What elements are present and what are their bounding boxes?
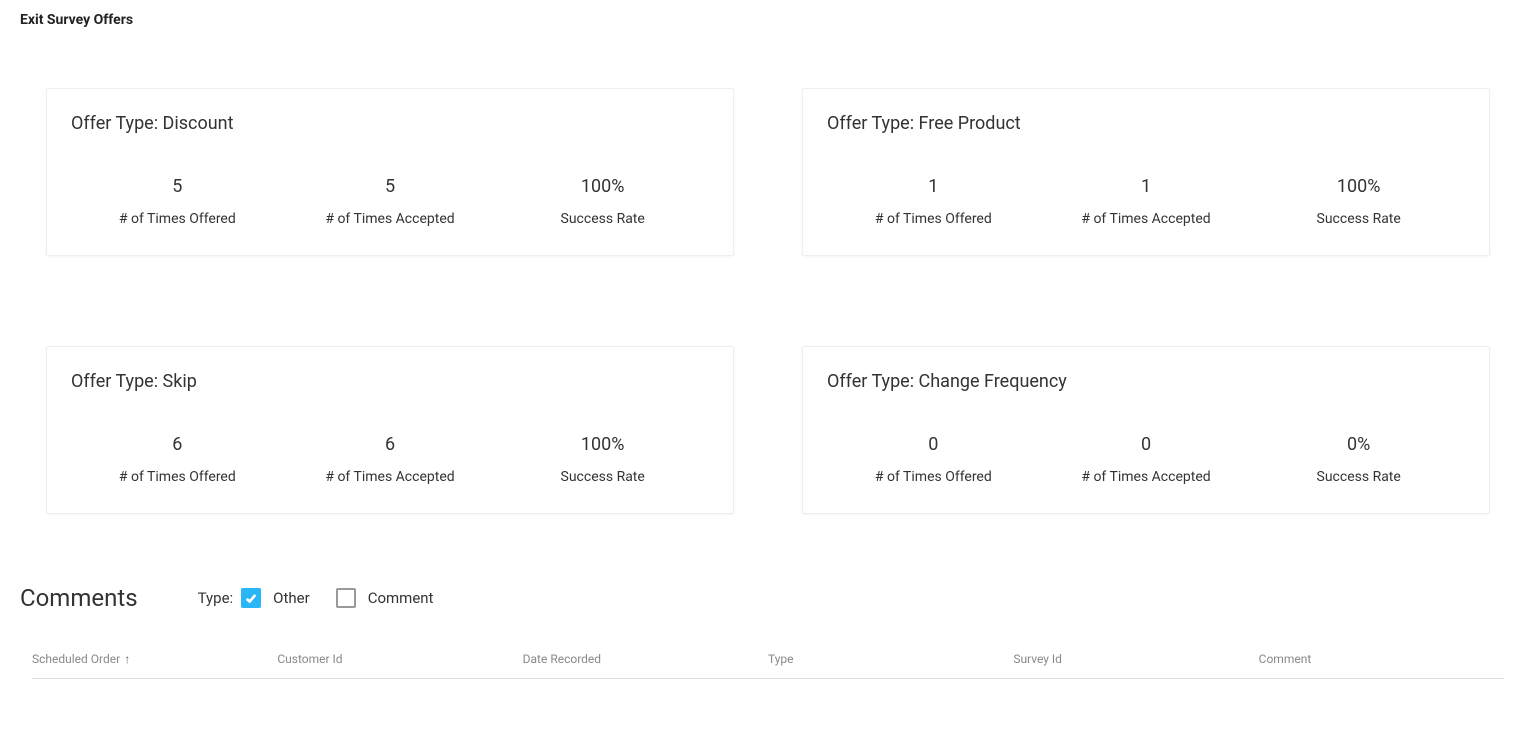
stat-success: 100% Success Rate bbox=[496, 176, 709, 227]
stat-label: Success Rate bbox=[1252, 211, 1465, 227]
checkbox-other[interactable] bbox=[241, 588, 261, 608]
filter-label: Type: bbox=[198, 589, 234, 607]
table-header-row: Scheduled Order ↑ Customer Id Date Recor… bbox=[32, 652, 1504, 679]
column-date-recorded[interactable]: Date Recorded bbox=[523, 652, 768, 666]
stat-value: 100% bbox=[496, 176, 709, 197]
stat-accepted: 6 # of Times Accepted bbox=[284, 434, 497, 485]
offer-card-discount: Offer Type: Discount 5 # of Times Offere… bbox=[46, 88, 734, 256]
stat-value: 1 bbox=[1040, 176, 1253, 197]
stat-value: 6 bbox=[284, 434, 497, 455]
stat-success: 100% Success Rate bbox=[1252, 176, 1465, 227]
column-type[interactable]: Type bbox=[768, 652, 1013, 666]
stat-value: 100% bbox=[1252, 176, 1465, 197]
stat-accepted: 0 # of Times Accepted bbox=[1040, 434, 1253, 485]
checkbox-comment[interactable] bbox=[336, 588, 356, 608]
stat-label: # of Times Offered bbox=[827, 211, 1040, 227]
arrow-up-icon: ↑ bbox=[124, 652, 130, 666]
stat-label: Success Rate bbox=[496, 211, 709, 227]
stat-label: # of Times Offered bbox=[71, 469, 284, 485]
stat-accepted: 1 # of Times Accepted bbox=[1040, 176, 1253, 227]
stat-value: 100% bbox=[496, 434, 709, 455]
card-title: Offer Type: Free Product bbox=[827, 113, 1465, 134]
card-title: Offer Type: Change Frequency bbox=[827, 371, 1465, 392]
page-title: Exit Survey Offers bbox=[10, 12, 1526, 28]
stat-value: 1 bbox=[827, 176, 1040, 197]
comments-title: Comments bbox=[20, 584, 138, 612]
stat-value: 0 bbox=[827, 434, 1040, 455]
stat-label: # of Times Accepted bbox=[1040, 211, 1253, 227]
stat-offered: 6 # of Times Offered bbox=[71, 434, 284, 485]
stat-success: 100% Success Rate bbox=[496, 434, 709, 485]
comments-type-filter: Type: Other Comment bbox=[198, 588, 452, 608]
stat-value: 5 bbox=[71, 176, 284, 197]
comments-table: Scheduled Order ↑ Customer Id Date Recor… bbox=[20, 652, 1516, 679]
checkbox-label-other: Other bbox=[273, 589, 310, 607]
card-title: Offer Type: Skip bbox=[71, 371, 709, 392]
column-customer-id[interactable]: Customer Id bbox=[277, 652, 522, 666]
stat-success: 0% Success Rate bbox=[1252, 434, 1465, 485]
stat-offered: 0 # of Times Offered bbox=[827, 434, 1040, 485]
offer-card-change-frequency: Offer Type: Change Frequency 0 # of Time… bbox=[802, 346, 1490, 514]
stat-label: # of Times Offered bbox=[71, 211, 284, 227]
stat-value: 0 bbox=[1040, 434, 1253, 455]
comments-section: Comments Type: Other Comment Scheduled O… bbox=[10, 584, 1526, 679]
card-title: Offer Type: Discount bbox=[71, 113, 709, 134]
stat-label: # of Times Accepted bbox=[1040, 469, 1253, 485]
check-icon bbox=[244, 591, 258, 605]
checkbox-label-comment: Comment bbox=[368, 589, 434, 607]
column-scheduled-order[interactable]: Scheduled Order ↑ bbox=[32, 652, 277, 666]
stat-offered: 1 # of Times Offered bbox=[827, 176, 1040, 227]
stat-value: 6 bbox=[71, 434, 284, 455]
stat-label: # of Times Offered bbox=[827, 469, 1040, 485]
stat-label: # of Times Accepted bbox=[284, 469, 497, 485]
offer-card-skip: Offer Type: Skip 6 # of Times Offered 6 … bbox=[46, 346, 734, 514]
stat-value: 0% bbox=[1252, 434, 1465, 455]
stat-label: Success Rate bbox=[1252, 469, 1465, 485]
stat-accepted: 5 # of Times Accepted bbox=[284, 176, 497, 227]
stat-label: Success Rate bbox=[496, 469, 709, 485]
column-comment[interactable]: Comment bbox=[1259, 652, 1504, 666]
offer-card-free-product: Offer Type: Free Product 1 # of Times Of… bbox=[802, 88, 1490, 256]
column-survey-id[interactable]: Survey Id bbox=[1013, 652, 1258, 666]
stat-offered: 5 # of Times Offered bbox=[71, 176, 284, 227]
stat-label: # of Times Accepted bbox=[284, 211, 497, 227]
stat-value: 5 bbox=[284, 176, 497, 197]
offer-cards-grid: Offer Type: Discount 5 # of Times Offere… bbox=[10, 88, 1526, 514]
